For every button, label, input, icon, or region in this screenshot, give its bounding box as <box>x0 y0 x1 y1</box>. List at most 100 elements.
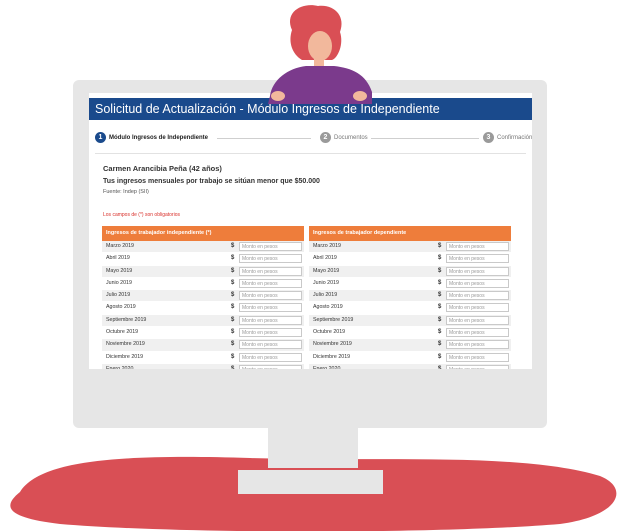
amount-input[interactable]: Monto en pesos <box>239 254 302 264</box>
table-row: Junio 2019 $ Monto en pesos <box>102 277 304 291</box>
table-row: Agosto 2019 $ Monto en pesos <box>102 302 304 315</box>
currency-symbol: $ <box>231 365 235 369</box>
table-row: Agosto 2019 $ Monto en pesos <box>309 302 511 315</box>
currency-symbol: $ <box>231 292 235 299</box>
table-row: Mayo 2019 $ Monto en pesos <box>102 265 304 278</box>
amount-input[interactable]: Monto en pesos <box>446 242 509 251</box>
amount-input[interactable]: Monto en pesos <box>239 364 302 369</box>
table-row: Octubre 2019 $ Monto en pesos <box>102 327 304 340</box>
amount-input[interactable]: Monto en pesos <box>446 291 509 301</box>
amount-input[interactable]: Monto en pesos <box>446 352 509 362</box>
table-row: Abril 2019 $ Monto en pesos <box>102 253 304 266</box>
currency-symbol: $ <box>231 279 235 286</box>
month-label: Julio 2019 <box>313 292 338 299</box>
step-1-icon: 1 <box>95 132 106 143</box>
table-row: Julio 2019 $ Monto en pesos <box>102 290 304 303</box>
month-label: Diciembre 2019 <box>313 353 351 360</box>
month-label: Julio 2019 <box>106 292 131 299</box>
independent-income-table: Ingresos de trabajador independiente (*)… <box>102 226 304 369</box>
step-2-icon: 2 <box>320 132 331 143</box>
month-label: Octubre 2019 <box>313 329 346 336</box>
month-label: Marzo 2019 <box>106 243 134 249</box>
currency-symbol: $ <box>231 341 235 348</box>
currency-symbol: $ <box>438 365 442 369</box>
table-rows: Marzo 2019 $ Monto en pesos Abril 2019 $ Mont… <box>102 241 304 369</box>
currency-symbol: $ <box>438 279 442 286</box>
currency-symbol: $ <box>438 329 442 336</box>
monitor-screen: Solicitud de Actualización - Módulo Ingr… <box>89 93 532 369</box>
woman-illustration <box>268 5 372 104</box>
step-3-icon: 3 <box>483 132 494 143</box>
amount-input[interactable]: Monto en pesos <box>446 340 509 350</box>
currency-symbol: $ <box>438 243 442 249</box>
table-row: Septiembre 2019 $ Monto en pesos <box>102 314 304 328</box>
table-row: Abril 2019 $ Monto en pesos <box>309 253 511 266</box>
table-header: Ingresos de trabajador independiente (*) <box>102 226 304 241</box>
required-note: Los campos de (*) son obligatorios <box>103 212 180 218</box>
currency-symbol: $ <box>438 353 442 360</box>
monitor-base <box>238 470 383 494</box>
currency-symbol: $ <box>438 304 442 311</box>
month-label: Agosto 2019 <box>106 304 136 311</box>
currency-symbol: $ <box>438 255 442 262</box>
table-row: Noviembre 2019 $ Monto en pesos <box>309 339 511 352</box>
amount-input[interactable]: Monto en pesos <box>446 364 509 369</box>
form-panel: Carmen Arancibia Peña (42 años) Tus ingr… <box>95 153 526 369</box>
amount-input[interactable]: Monto en pesos <box>446 254 509 264</box>
step-3-label: Confirmación <box>497 135 532 141</box>
amount-input[interactable]: Monto en pesos <box>239 291 302 301</box>
month-label: Enero 2020 <box>106 365 134 369</box>
month-label: Marzo 2019 <box>313 243 341 249</box>
income-source: Fuente: Indep (SII) <box>103 189 149 195</box>
amount-input[interactable]: Monto en pesos <box>239 315 302 325</box>
currency-symbol: $ <box>231 243 235 249</box>
currency-symbol: $ <box>231 267 235 274</box>
monitor-stand <box>268 428 358 468</box>
amount-input[interactable]: Monto en pesos <box>446 266 509 276</box>
month-label: Noviembre 2019 <box>106 341 145 348</box>
table-row: Julio 2019 $ Monto en pesos <box>309 290 511 303</box>
table-row: Octubre 2019 $ Monto en pesos <box>309 327 511 340</box>
progress-steps: 1 Módulo Ingresos de Independiente 2 Doc… <box>89 131 532 145</box>
month-label: Noviembre 2019 <box>313 341 352 348</box>
month-label: Octubre 2019 <box>106 329 139 336</box>
table-row: Marzo 2019 $ Monto en pesos <box>102 241 304 254</box>
amount-input[interactable]: Monto en pesos <box>446 328 509 338</box>
currency-symbol: $ <box>438 292 442 299</box>
amount-input[interactable]: Monto en pesos <box>239 328 302 338</box>
table-row: Noviembre 2019 $ Monto en pesos <box>102 339 304 352</box>
currency-symbol: $ <box>231 316 235 323</box>
currency-symbol: $ <box>231 304 235 311</box>
currency-symbol: $ <box>438 316 442 323</box>
table-row: Junio 2019 $ Monto en pesos <box>309 277 511 291</box>
currency-symbol: $ <box>438 341 442 348</box>
month-label: Junio 2019 <box>106 279 132 286</box>
currency-symbol: $ <box>231 329 235 336</box>
amount-input[interactable]: Monto en pesos <box>446 303 509 313</box>
person-name: Carmen Arancibia Peña (42 años) <box>103 164 222 173</box>
table-row: Mayo 2019 $ Monto en pesos <box>309 265 511 278</box>
amount-input[interactable]: Monto en pesos <box>446 315 509 325</box>
amount-input[interactable]: Monto en pesos <box>239 303 302 313</box>
amount-input[interactable]: Monto en pesos <box>239 340 302 350</box>
month-label: Septiembre 2019 <box>313 316 354 323</box>
month-label: Enero 2020 <box>313 365 341 369</box>
amount-input[interactable]: Monto en pesos <box>239 352 302 362</box>
month-label: Mayo 2019 <box>313 267 340 274</box>
table-rows: Marzo 2019 $ Monto en pesos Abril 2019 $ Mont… <box>309 241 511 369</box>
amount-input[interactable]: Monto en pesos <box>239 266 302 276</box>
amount-input[interactable]: Monto en pesos <box>446 278 509 288</box>
currency-symbol: $ <box>231 255 235 262</box>
step-divider <box>217 138 311 139</box>
currency-symbol: $ <box>438 267 442 274</box>
amount-input[interactable]: Monto en pesos <box>239 278 302 288</box>
table-row: Diciembre 2019 $ Monto en pesos <box>102 351 304 364</box>
month-label: Mayo 2019 <box>106 267 133 274</box>
amount-input[interactable]: Monto en pesos <box>239 242 302 251</box>
month-label: Diciembre 2019 <box>106 353 144 360</box>
table-header: Ingresos de trabajador dependiente <box>309 226 511 241</box>
step-2-label: Documentos <box>334 135 368 141</box>
month-label: Agosto 2019 <box>313 304 343 311</box>
step-1-label: Módulo Ingresos de Independiente <box>109 135 209 141</box>
table-row: Enero 2020 $ Monto en pesos <box>309 363 511 369</box>
